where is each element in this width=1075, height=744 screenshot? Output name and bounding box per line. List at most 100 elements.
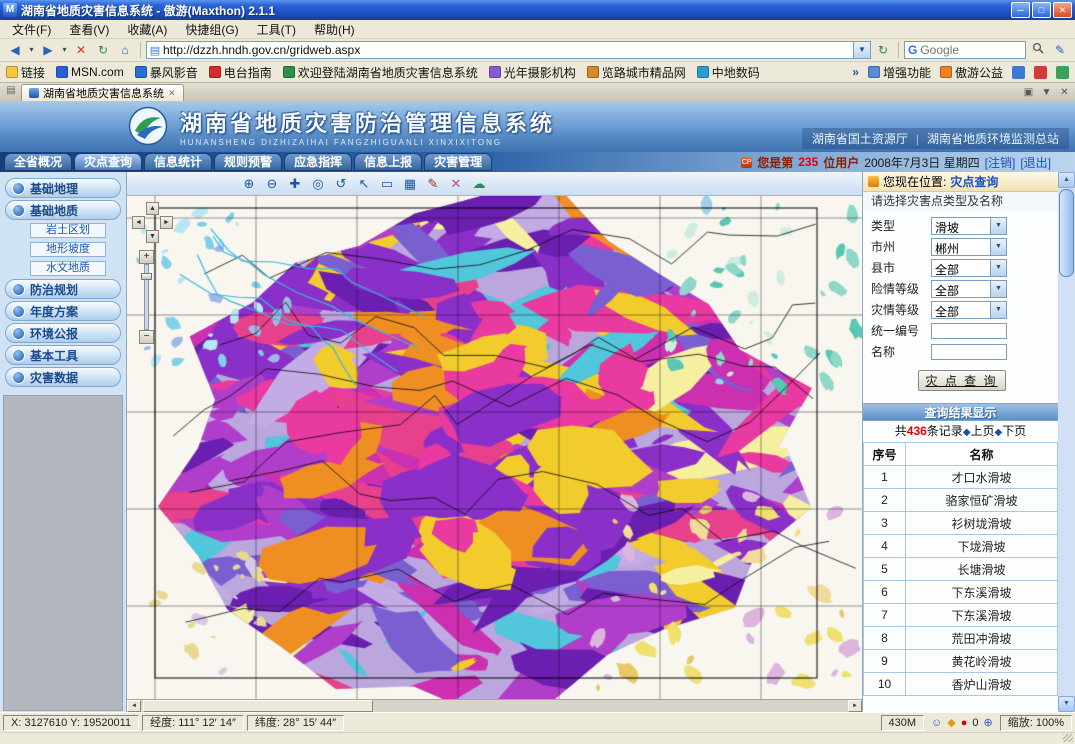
nav-tab-management[interactable]: 灾害管理 <box>424 153 492 171</box>
back-dropdown-icon[interactable]: ▾ <box>27 41 36 59</box>
close-button[interactable]: ✕ <box>1053 2 1072 18</box>
menu-view[interactable]: 查看(V) <box>61 20 117 39</box>
result-row[interactable]: 7下东溪滑坡 <box>864 604 1058 627</box>
chevron-down-icon[interactable]: ▼ <box>990 281 1006 297</box>
zoom-slider-track[interactable] <box>144 264 149 330</box>
tab-list-icon[interactable]: ▤ <box>3 85 19 99</box>
link-item[interactable]: 光年摄影机构 <box>489 64 576 81</box>
chevron-down-icon[interactable]: ▼ <box>990 302 1006 318</box>
county-select[interactable]: 全部 ▼ <box>931 259 1007 277</box>
link-item[interactable]: 欢迎登陆湖南省地质灾害信息系统 <box>283 64 478 81</box>
vscroll-track[interactable] <box>1058 278 1075 696</box>
zoom-level[interactable]: 缩放: 100% <box>1000 715 1072 731</box>
zoom-slider-minus[interactable]: − <box>139 330 154 344</box>
unified-id-input[interactable] <box>931 323 1007 339</box>
link-item[interactable]: MSN.com <box>56 65 124 79</box>
sidebar-item-annual-plan[interactable]: 年度方案 <box>5 301 121 321</box>
menu-favorites[interactable]: 收藏(A) <box>119 20 175 39</box>
sidebar-item-basic-geology[interactable]: 基础地质 <box>5 200 121 220</box>
legend-icon[interactable]: ☁ <box>469 174 489 193</box>
pan-right-icon[interactable]: ► <box>160 216 173 229</box>
nav-tab-report[interactable]: 信息上报 <box>354 153 422 171</box>
nav-tab-emergency[interactable]: 应急指挥 <box>284 153 352 171</box>
select-rect-icon[interactable]: ▭ <box>377 174 397 193</box>
forward-icon[interactable]: ▶ <box>38 41 58 59</box>
chevron-down-icon[interactable]: ▼ <box>990 260 1006 276</box>
result-row[interactable]: 5长塘滑坡 <box>864 558 1058 581</box>
result-row[interactable]: 8荒田冲滑坡 <box>864 627 1058 650</box>
risk-level-select[interactable]: 全部 ▼ <box>931 280 1007 298</box>
zoom-slider-thumb[interactable] <box>141 273 152 280</box>
link-geo-monitor-station[interactable]: 湖南省地质环境监测总站 <box>927 130 1059 147</box>
refresh-view-icon[interactable]: ↺ <box>331 174 351 193</box>
user-mini-icon[interactable] <box>1012 66 1025 79</box>
disaster-query-button[interactable]: 灾 点 查 询 <box>918 370 1006 391</box>
sidebar-sub-terrain-slope[interactable]: 地形坡度 <box>30 242 106 257</box>
sidebar-sub-rock-zoning[interactable]: 岩土区划 <box>30 223 106 238</box>
scroll-up-icon[interactable]: ▲ <box>1058 172 1075 188</box>
plugins-item[interactable]: 增强功能 <box>868 64 931 81</box>
scroll-right-icon[interactable]: ► <box>848 700 862 712</box>
home-icon[interactable]: ⌂ <box>115 41 135 59</box>
result-row[interactable]: 1才口水滑坡 <box>864 466 1058 489</box>
type-select[interactable]: 滑坡 ▼ <box>931 217 1007 235</box>
minimize-button[interactable]: ─ <box>1011 2 1030 18</box>
chevron-down-icon[interactable]: ▼ <box>990 239 1006 255</box>
link-item[interactable]: 暴风影音 <box>135 64 198 81</box>
link-item[interactable]: 电台指南 <box>209 64 272 81</box>
pan-down-icon[interactable]: ▼ <box>146 230 159 243</box>
sidebar-item-disaster-data[interactable]: 灾害数据 <box>5 367 121 387</box>
maximize-button[interactable]: □ <box>1032 2 1051 18</box>
menu-tools[interactable]: 工具(T) <box>249 20 304 39</box>
stop-icon[interactable]: ✕ <box>71 41 91 59</box>
back-icon[interactable]: ◀ <box>5 41 25 59</box>
go-icon[interactable]: ↻ <box>873 41 893 59</box>
zoom-out-icon[interactable]: ⊖ <box>262 174 282 193</box>
tabbar-close-icon[interactable]: ✕ <box>1057 87 1072 98</box>
refresh-icon[interactable]: ↻ <box>93 41 113 59</box>
new-tab-icon[interactable]: ▣ <box>1021 87 1036 98</box>
nav-tab-overview[interactable]: 全省概况 <box>4 153 72 171</box>
full-extent-icon[interactable]: ◎ <box>308 174 328 193</box>
search-icon[interactable] <box>1028 41 1048 59</box>
browser-tab-active[interactable]: 湖南省地质灾害信息系统 ✕ <box>21 84 184 101</box>
link-land-resources[interactable]: 湖南省国土资源厅 <box>812 130 908 147</box>
nav-tab-statistics[interactable]: 信息统计 <box>144 153 212 171</box>
charity-item[interactable]: 傲游公益 <box>940 64 1003 81</box>
shield-icon[interactable]: ◆ <box>947 716 955 729</box>
link-item[interactable]: 中地数码 <box>697 64 760 81</box>
tab-dropdown-icon[interactable]: ▼ <box>1039 87 1054 98</box>
pan-icon[interactable]: ✚ <box>285 174 305 193</box>
pan-left-icon[interactable]: ◄ <box>132 216 145 229</box>
result-row[interactable]: 9黄花岭滑坡 <box>864 650 1058 673</box>
globe-mini-icon[interactable] <box>1056 66 1069 79</box>
zoom-icon[interactable]: ⊕ <box>984 716 993 729</box>
menu-file[interactable]: 文件(F) <box>4 20 59 39</box>
select-point-icon[interactable]: ↖ <box>354 174 374 193</box>
prev-page-link[interactable]: 上页 <box>971 424 995 438</box>
name-input[interactable] <box>931 344 1007 360</box>
sidebar-item-env-bulletin[interactable]: 环境公报 <box>5 323 121 343</box>
geological-map-canvas[interactable] <box>127 196 862 699</box>
highlighter-icon[interactable]: ✎ <box>1050 41 1070 59</box>
hscroll-thumb[interactable] <box>143 700 373 712</box>
address-dropdown-icon[interactable]: ▼ <box>853 42 870 58</box>
result-row[interactable]: 6下东溪滑坡 <box>864 581 1058 604</box>
link-item[interactable]: 链接 <box>6 64 45 81</box>
nav-tab-disaster-query[interactable]: 灾点查询 <box>74 153 142 171</box>
menu-help[interactable]: 帮助(H) <box>306 20 363 39</box>
next-page-link[interactable]: 下页 <box>1002 424 1026 438</box>
vscroll-thumb[interactable] <box>1059 189 1074 277</box>
city-select[interactable]: 郴州 ▼ <box>931 238 1007 256</box>
forward-dropdown-icon[interactable]: ▾ <box>60 41 69 59</box>
damage-level-select[interactable]: 全部 ▼ <box>931 301 1007 319</box>
result-row[interactable]: 4下垅滑坡 <box>864 535 1058 558</box>
exit-link[interactable]: [退出] <box>1020 154 1051 171</box>
blocked-popup-icon[interactable]: ● <box>961 717 968 729</box>
tab-close-icon[interactable]: ✕ <box>168 88 176 99</box>
sidebar-item-basic-geography[interactable]: 基础地理 <box>5 178 121 198</box>
address-input[interactable] <box>163 43 853 57</box>
search-input[interactable] <box>920 43 1000 57</box>
resize-grip[interactable] <box>1063 734 1073 742</box>
clear-icon[interactable]: ✕ <box>446 174 466 193</box>
